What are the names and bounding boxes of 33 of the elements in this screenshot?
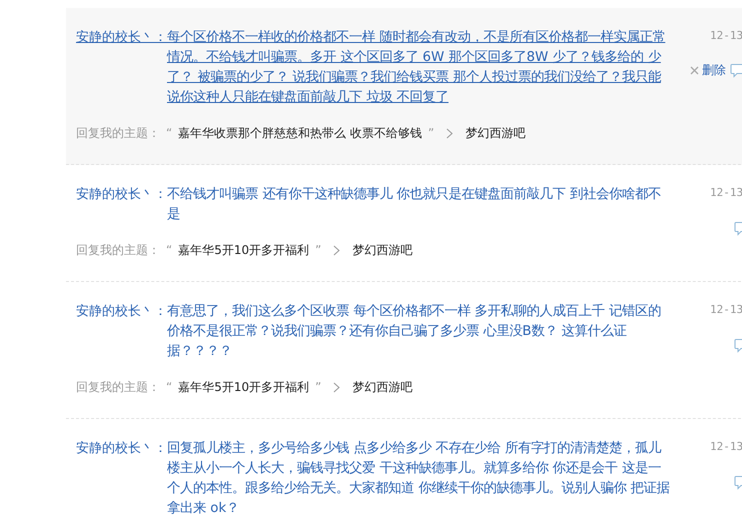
forum-link[interactable]: 梦幻西游吧 [465, 124, 526, 142]
chevron-icon [333, 382, 340, 392]
author-link[interactable]: 安静的校长丶： [76, 28, 167, 108]
author-link[interactable]: 安静的校长丶： [76, 302, 167, 362]
date-label: 12-13 [709, 302, 742, 318]
forum-link[interactable]: 梦幻西游吧 [352, 241, 412, 259]
close-icon [690, 66, 699, 75]
topic-link[interactable]: 嘉年华5开10开多开福利 [178, 241, 310, 259]
open-quote: “ [166, 242, 172, 259]
topic-link[interactable]: 嘉年华收票那个胖慈慈和热带么 收票不给够钱 [178, 124, 422, 142]
open-quote: “ [166, 379, 172, 396]
topic-label: 回复我的主题： [76, 242, 160, 259]
date-label: 12-13 [709, 185, 742, 201]
reply-text-link[interactable]: 不给钱才叫骗票 还有你干这种缺德事儿 你也就只是在键盘面前敲几下 到社会你啥都不是 [167, 185, 672, 225]
date-label: 12-13 [709, 439, 742, 455]
topic-link[interactable]: 嘉年华5开10开多开福利 [178, 378, 310, 396]
close-quote: ” [315, 379, 322, 396]
chevron-icon [333, 244, 340, 256]
open-quote: “ [166, 125, 172, 142]
chevron-icon [446, 128, 454, 138]
author-link[interactable]: 安静的校长丶： [76, 185, 167, 225]
date-label: 12-13 [709, 28, 742, 44]
reply-icon[interactable] [730, 63, 742, 78]
topic-label: 回复我的主题： [76, 379, 160, 396]
forum-link[interactable]: 梦幻西游吧 [352, 378, 412, 396]
topic-label: 回复我的主题： [76, 125, 160, 142]
reply-text-link[interactable]: 回复孤儿楼主，多少号给多少钱 点多少给多少 不存在少给 所有字打的清清楚楚，孤儿楼主从小一个人长大，骗钱寻找父爱 干这种缺德事儿。就算多给你 你还是会干 这是一个人的本性。跟多给少给无关。大家都知道 你继续干你的缺德事儿。说别人骗你 把证据拿出来 ok？ [167, 439, 672, 519]
close-quote: ” [428, 125, 434, 142]
author-link[interactable]: 安静的校长丶： [76, 439, 167, 519]
reply-text-link[interactable]: 有意思了，我们这么多个区收票 每个区价格都不一样 多开私聊的人成百上千 记错区的价格不是很正常？说我们骗票？还有你自己骗了多少票 心里没B数？ 这算什么证据？？？？ [167, 302, 672, 362]
reply-text-link[interactable]: 每个区价格不一样收的价格都不一样 随时都会有改动，不是所有区价格都一样实属正常情况。不给钱才叫骗票。多开 这个区回多了 6W 那个区回多了8W 少了？钱多给的 少了？ 被骗票的少了？ 说我们骗票？我们给钱买票 那个人投过票的我们没给了？我只能说你这种人只能在键盘面前敲几下 垃圾 不回复了 [167, 28, 672, 108]
delete-button[interactable]: 删除 [690, 62, 726, 79]
close-quote: ” [315, 242, 322, 259]
